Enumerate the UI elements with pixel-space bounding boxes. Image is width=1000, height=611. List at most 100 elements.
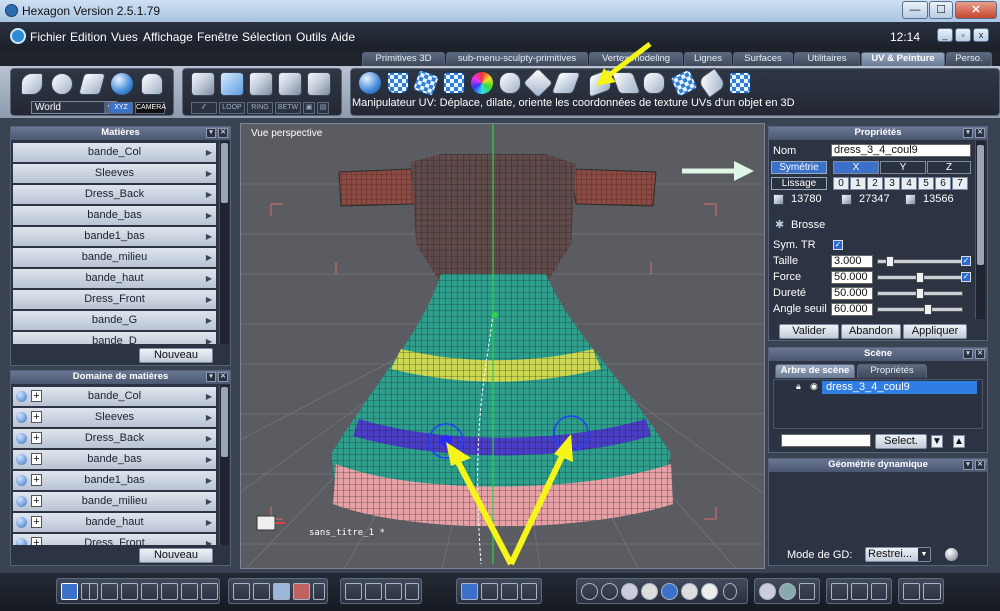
symmetry-button[interactable]: Symétrie xyxy=(771,161,827,174)
add-icon[interactable]: + xyxy=(31,516,42,528)
3d-viewport[interactable]: Vue perspective sans_titre_1 * xyxy=(240,123,765,569)
list-item[interactable]: + bande_haut ▶ xyxy=(13,513,216,532)
magnet-icon[interactable] xyxy=(253,583,270,600)
brush-icon[interactable] xyxy=(696,67,728,99)
coordinate-space-select[interactable]: World▼ xyxy=(31,101,117,114)
eye-icon[interactable]: ◉ xyxy=(810,381,818,392)
scene-search-field[interactable] xyxy=(781,434,871,447)
list-item[interactable]: + Dress_Front ▶ xyxy=(13,534,216,545)
vertex-mode-icon[interactable] xyxy=(191,72,215,96)
minimize-button[interactable]: — xyxy=(902,1,928,19)
uv-plane-icon[interactable] xyxy=(411,68,441,98)
maximize-button[interactable]: ☐ xyxy=(929,1,953,19)
grid-icon[interactable] xyxy=(233,583,250,600)
list-item[interactable]: bande_bas ▶ xyxy=(13,206,216,225)
new-domain-button[interactable]: Nouveau xyxy=(139,548,213,563)
universal-icon[interactable] xyxy=(521,583,537,600)
tab-lignes[interactable]: Lignes xyxy=(684,52,732,66)
camera-render-icon[interactable] xyxy=(923,583,941,600)
force-checkbox[interactable]: ✓ xyxy=(961,272,971,282)
layout-rows-icon[interactable] xyxy=(161,583,178,600)
uv-fold-icon[interactable] xyxy=(669,68,699,98)
lasso-icon[interactable] xyxy=(51,73,73,95)
panel-close-icon[interactable]: ✕ xyxy=(218,372,228,382)
list-item[interactable]: Dress_Front ▶ xyxy=(13,290,216,309)
scene-object[interactable]: dress_3_4_coul9 xyxy=(822,381,977,394)
grid-color-icon[interactable] xyxy=(293,583,310,600)
tab-sculpty[interactable]: sub-menu-sculpty-primitives xyxy=(446,52,588,66)
ao-shading-icon[interactable] xyxy=(681,583,698,600)
grow-select-button[interactable]: ▣ xyxy=(303,102,315,114)
axis-x-button[interactable]: X xyxy=(833,161,879,174)
apply-button[interactable]: Appliquer xyxy=(903,324,967,339)
render-settings-icon[interactable] xyxy=(903,583,920,600)
panel-menu-icon[interactable]: ▾ xyxy=(963,128,973,138)
abandon-button[interactable]: Abandon xyxy=(841,324,901,339)
loop-button[interactable]: LOOP xyxy=(219,102,245,114)
menu-fenetre[interactable]: Fenêtre xyxy=(197,30,238,44)
axis-z-button[interactable]: Z xyxy=(927,161,971,174)
head-unfold-icon[interactable] xyxy=(499,72,521,94)
view-icon[interactable] xyxy=(405,583,419,600)
uv-cylinder-icon[interactable] xyxy=(387,72,409,94)
axis-y-button[interactable]: Y xyxy=(880,161,926,174)
list-item[interactable]: bande_milieu ▶ xyxy=(13,248,216,267)
grid-options-icon[interactable] xyxy=(313,583,325,600)
smooth-level-4[interactable]: 4 xyxy=(901,177,917,190)
add-icon[interactable]: + xyxy=(31,474,42,486)
panel-menu-icon[interactable]: ▾ xyxy=(206,128,216,138)
shrink-select-button[interactable]: ▤ xyxy=(317,102,329,114)
uv-sphere-icon[interactable] xyxy=(359,72,381,94)
uv-pin-icon[interactable] xyxy=(550,72,582,94)
tab-utilitaires[interactable]: Utilitaires xyxy=(794,52,860,66)
tab-uv-peinture[interactable]: UV & Peinture xyxy=(861,52,945,66)
durete-slider[interactable] xyxy=(877,288,963,299)
edge-mode-icon[interactable] xyxy=(220,72,244,96)
list-item[interactable]: + Dress_Back ▶ xyxy=(13,429,216,448)
scale-icon[interactable] xyxy=(501,583,518,600)
rotate-icon[interactable] xyxy=(481,583,498,600)
angle-seuil-slider[interactable] xyxy=(877,304,963,315)
lock-icon[interactable]: 🔒︎ xyxy=(796,381,801,392)
list-item[interactable]: + bande1_bas ▶ xyxy=(13,471,216,490)
layout-single-icon[interactable] xyxy=(61,583,78,600)
env-sphere-icon[interactable] xyxy=(779,583,796,600)
smooth-level-7[interactable]: 7 xyxy=(952,177,968,190)
move-icon[interactable] xyxy=(461,583,478,600)
list-item[interactable]: bande_haut ▶ xyxy=(13,269,216,288)
snap-vertex-icon[interactable] xyxy=(831,583,848,600)
properties-scrollbar[interactable] xyxy=(975,141,985,319)
list-item[interactable]: + Sleeves ▶ xyxy=(13,408,216,427)
layout-split-icon[interactable] xyxy=(81,583,98,600)
panel-menu-icon[interactable]: ▾ xyxy=(206,372,216,382)
smooth-level-2[interactable]: 2 xyxy=(867,177,883,190)
xyz-button[interactable]: XYZ xyxy=(109,102,133,114)
list-item[interactable]: + bande_milieu ▶ xyxy=(13,492,216,511)
list-item[interactable]: Sleeves ▶ xyxy=(13,164,216,183)
panel-menu-icon[interactable]: ▾ xyxy=(963,460,973,470)
render-shading-icon[interactable] xyxy=(701,583,718,600)
smooth-level-1[interactable]: 1 xyxy=(850,177,866,190)
auto-mode-icon[interactable] xyxy=(307,72,331,96)
uv-box-icon[interactable] xyxy=(443,72,465,94)
tab-scene-tree[interactable]: Arbre de scène xyxy=(775,364,855,378)
menu-fichier[interactable]: Fichier xyxy=(30,30,66,44)
texture-shading-icon[interactable] xyxy=(661,583,678,600)
list-item[interactable]: + bande_Col ▶ xyxy=(13,387,216,406)
smooth-level-6[interactable]: 6 xyxy=(935,177,951,190)
move-up-button[interactable]: ▼ xyxy=(931,435,943,448)
taille-slider[interactable] xyxy=(877,256,963,267)
ground-icon[interactable] xyxy=(799,583,815,600)
validate-button[interactable]: Valider xyxy=(779,324,839,339)
camera-button[interactable]: CAMERA xyxy=(135,102,166,114)
domains-scrollbar[interactable] xyxy=(219,385,229,545)
object-mode-icon[interactable] xyxy=(278,72,302,96)
smooth-level-3[interactable]: 3 xyxy=(884,177,900,190)
layout-cols-icon[interactable] xyxy=(141,583,158,600)
sym-tr-checkbox[interactable]: ✓ xyxy=(833,240,843,250)
wireframe-shading-icon[interactable] xyxy=(581,583,598,600)
sphere-select-icon[interactable] xyxy=(111,73,133,95)
menu-outils[interactable]: Outils xyxy=(296,30,327,44)
layout-tall-icon[interactable] xyxy=(201,583,218,600)
smoothing-button[interactable]: Lissage xyxy=(771,177,827,190)
